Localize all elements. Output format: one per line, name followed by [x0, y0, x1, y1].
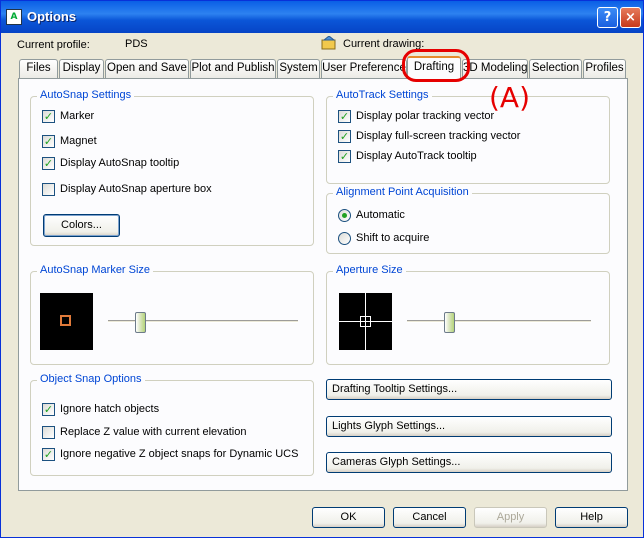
marker-label: Marker [60, 110, 95, 122]
help-button[interactable]: Help [555, 507, 628, 528]
marker-preview [40, 293, 93, 350]
tab-selection[interactable]: Selection [529, 59, 582, 78]
aperture-size-slider-thumb[interactable] [444, 312, 455, 333]
drafting-tooltip-settings-button[interactable]: Drafting Tooltip Settings... [326, 379, 612, 400]
display-aperture-box-label: Display AutoSnap aperture box [60, 183, 212, 195]
drawing-icon [321, 35, 336, 50]
aperture-size-slider-track[interactable] [407, 320, 591, 323]
tab-system[interactable]: System [277, 59, 320, 78]
current-profile-value: PDS [125, 38, 148, 50]
options-dialog: A Options ? × Current profile: PDS Curre… [0, 0, 644, 538]
display-autosnap-tooltip-label: Display AutoSnap tooltip [60, 157, 180, 169]
aperture-preview [339, 293, 392, 350]
object-snap-options-title: Object Snap Options [37, 373, 145, 385]
lights-glyph-settings-button[interactable]: Lights Glyph Settings... [326, 416, 612, 437]
title-close-button[interactable]: × [620, 7, 641, 28]
ignore-negative-z-checkbox[interactable]: ✓ [42, 448, 55, 461]
tab-open-and-save[interactable]: Open and Save [105, 59, 189, 78]
replace-z-checkbox[interactable] [42, 426, 55, 439]
title-help-button[interactable]: ? [597, 7, 618, 28]
magnet-checkbox[interactable]: ✓ [42, 135, 55, 148]
autotrack-tooltip-checkbox[interactable]: ✓ [338, 150, 351, 163]
ok-button[interactable]: OK [312, 507, 385, 528]
current-profile-label: Current profile: [17, 39, 90, 51]
aperture-box [360, 316, 371, 327]
magnet-label: Magnet [60, 135, 97, 147]
ignore-hatch-checkbox[interactable]: ✓ [42, 403, 55, 416]
tab-plot-and-publish[interactable]: Plot and Publish [190, 59, 276, 78]
autotrack-settings-title: AutoTrack Settings [333, 89, 432, 101]
autosnap-settings-title: AutoSnap Settings [37, 89, 135, 101]
cancel-button[interactable]: Cancel [393, 507, 466, 528]
ignore-hatch-label: Ignore hatch objects [60, 403, 160, 415]
automatic-label: Automatic [356, 209, 405, 221]
shift-to-acquire-radio[interactable] [338, 232, 351, 245]
annotation-circle [402, 49, 470, 82]
tab-user-preferences[interactable]: User Preference [321, 59, 407, 78]
window-title: Options [27, 9, 77, 24]
drafting-tab-panel: AutoSnap Settings ✓ Marker ✓ Magnet ✓ Di… [18, 78, 628, 491]
aperture-size-group: Aperture Size [326, 264, 610, 365]
alignment-point-acquisition-group: Alignment Point Acquisition Automatic Sh… [326, 186, 610, 254]
colors-button[interactable]: Colors... [43, 214, 120, 237]
title-bar[interactable]: A Options ? × [1, 1, 643, 33]
autotrack-tooltip-label: Display AutoTrack tooltip [356, 150, 477, 162]
tab-profiles[interactable]: Profiles [583, 59, 626, 78]
marker-checkbox[interactable]: ✓ [42, 110, 55, 123]
aperture-size-title: Aperture Size [333, 264, 406, 276]
automatic-radio[interactable] [338, 209, 351, 222]
autosnap-settings-group: AutoSnap Settings ✓ Marker ✓ Magnet ✓ Di… [30, 89, 314, 246]
full-screen-tracking-vector-label: Display full-screen tracking vector [356, 130, 521, 142]
replace-z-label: Replace Z value with current elevation [60, 426, 247, 438]
display-aperture-box-checkbox[interactable] [42, 183, 55, 196]
polar-tracking-vector-checkbox[interactable]: ✓ [338, 110, 351, 123]
shift-to-acquire-label: Shift to acquire [356, 232, 430, 244]
alignment-point-acquisition-title: Alignment Point Acquisition [333, 186, 472, 198]
annotation-label: (A) [489, 81, 531, 114]
current-drawing-label: Current drawing: [343, 38, 425, 50]
ignore-negative-z-label: Ignore negative Z object snaps for Dynam… [60, 448, 299, 460]
autocad-app-icon: A [6, 9, 22, 25]
full-screen-tracking-vector-checkbox[interactable]: ✓ [338, 130, 351, 143]
apply-button[interactable]: Apply [474, 507, 547, 528]
marker-size-slider-thumb[interactable] [135, 312, 146, 333]
tab-3d-modeling[interactable]: 3D Modeling [462, 59, 528, 78]
autotrack-settings-group: AutoTrack Settings ✓ Display polar track… [326, 89, 610, 184]
tab-files[interactable]: Files [19, 59, 58, 78]
radio-selected-dot [342, 213, 347, 218]
polar-tracking-vector-label: Display polar tracking vector [356, 110, 495, 122]
object-snap-options-group: Object Snap Options ✓ Ignore hatch objec… [30, 373, 314, 476]
marker-square [60, 315, 71, 326]
tab-display[interactable]: Display [59, 59, 104, 78]
cameras-glyph-settings-button[interactable]: Cameras Glyph Settings... [326, 452, 612, 473]
display-autosnap-tooltip-checkbox[interactable]: ✓ [42, 157, 55, 170]
autosnap-marker-size-group: AutoSnap Marker Size [30, 264, 314, 365]
autosnap-marker-size-title: AutoSnap Marker Size [37, 264, 154, 276]
